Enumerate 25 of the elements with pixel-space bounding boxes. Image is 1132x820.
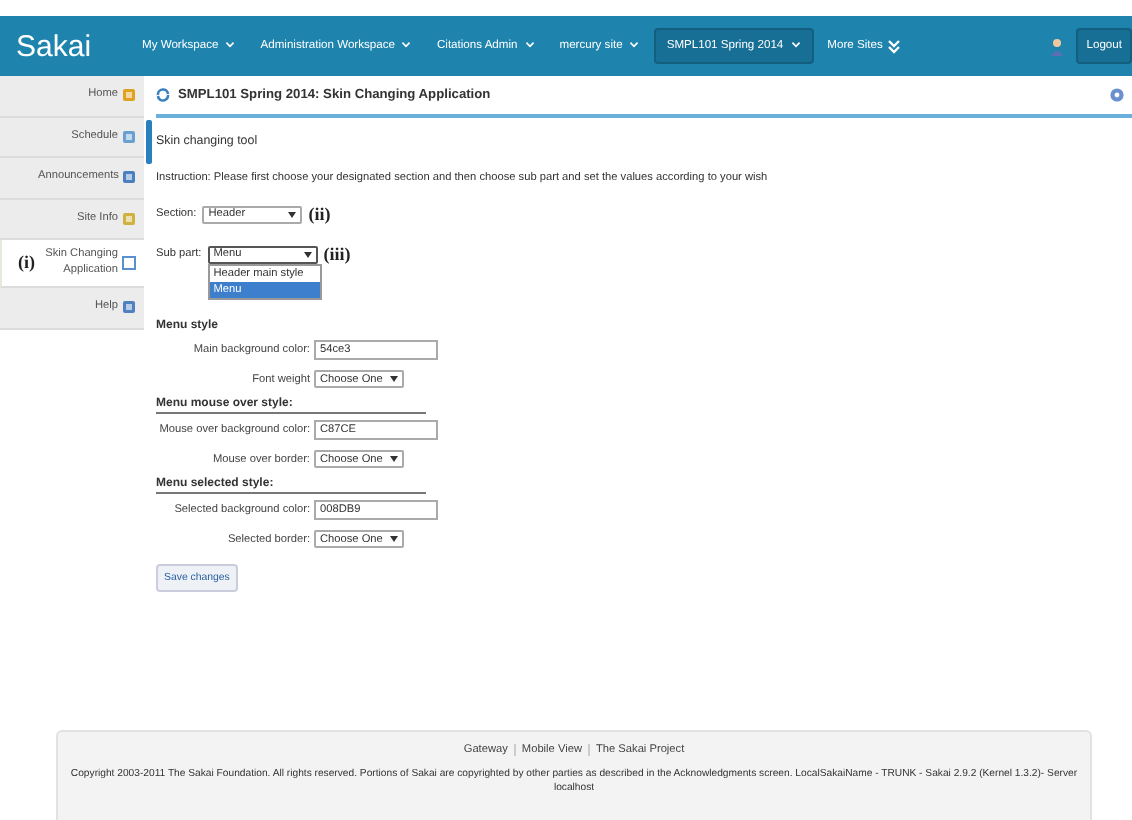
chevron-icon: [789, 41, 802, 51]
caret-icon: [303, 251, 312, 257]
tool-icon: [122, 170, 136, 185]
tool-icon: [122, 88, 136, 103]
chevron-icon: [523, 41, 536, 51]
caret-icon: [288, 211, 297, 217]
chevron-icon: [224, 41, 237, 51]
chevron-icon: [400, 41, 413, 51]
user-icon: [1050, 37, 1065, 55]
double-chevron-icon: [888, 39, 901, 53]
chevron-icon: [628, 41, 641, 51]
collapse-handle[interactable]: [146, 120, 152, 164]
caret-icon: [390, 376, 399, 382]
tool-icon: [122, 211, 136, 226]
logo: Sakai: [16, 29, 94, 63]
annotation-label: (ii): [308, 204, 331, 224]
tool-icon: [122, 129, 136, 144]
tool-icon: [122, 300, 136, 315]
caret-icon: [390, 536, 399, 542]
refresh-icon[interactable]: [156, 88, 170, 102]
annotation-label: (i): [18, 252, 35, 272]
caret-icon: [390, 456, 399, 462]
help-icon[interactable]: [1110, 88, 1124, 102]
annotation-label: (iii): [323, 244, 351, 264]
square-icon: [122, 256, 136, 270]
